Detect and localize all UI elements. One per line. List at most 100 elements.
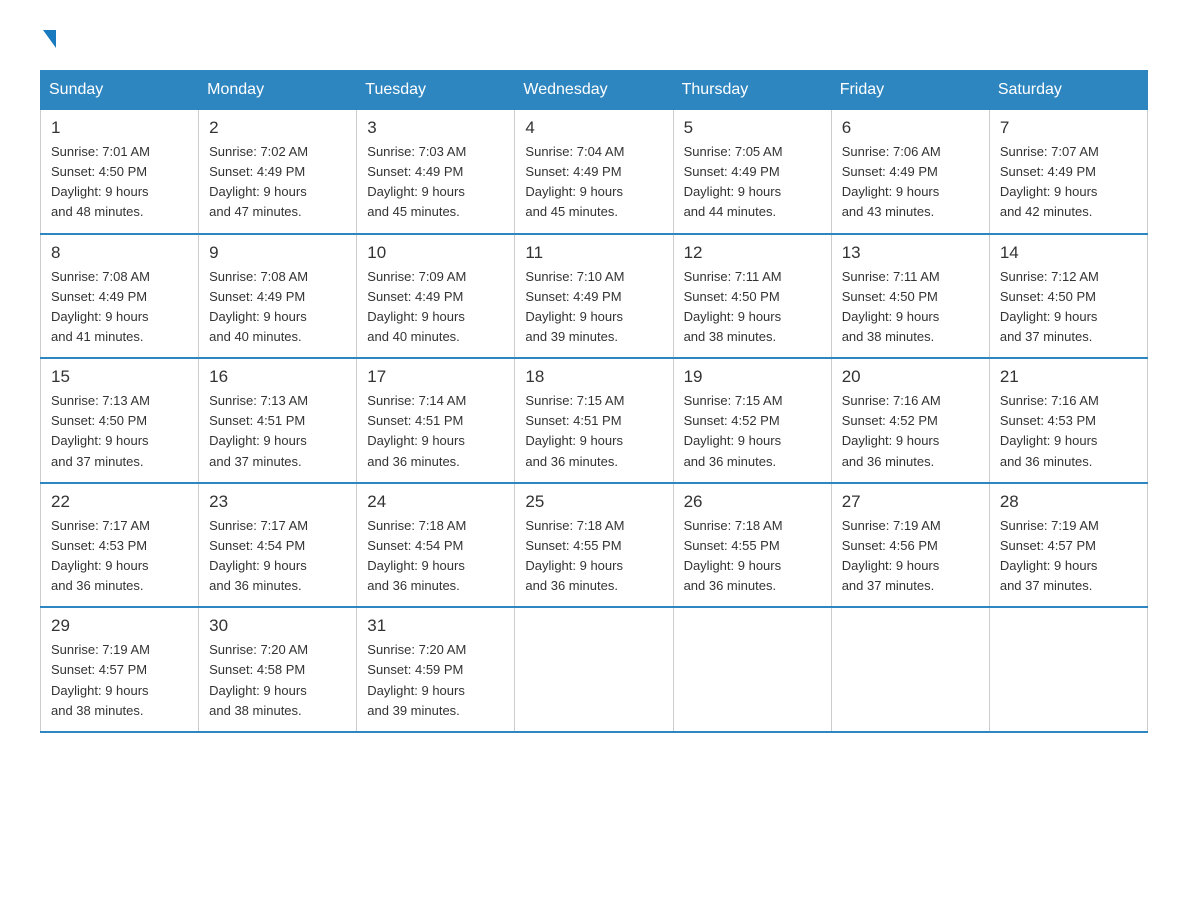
column-header-friday: Friday	[831, 71, 989, 110]
day-info: Sunrise: 7:02 AM Sunset: 4:49 PM Dayligh…	[209, 142, 346, 223]
day-info: Sunrise: 7:19 AM Sunset: 4:57 PM Dayligh…	[51, 640, 188, 721]
calendar-cell: 8 Sunrise: 7:08 AM Sunset: 4:49 PM Dayli…	[41, 234, 199, 359]
calendar-cell: 30 Sunrise: 7:20 AM Sunset: 4:58 PM Dayl…	[199, 607, 357, 732]
calendar-week-row: 22 Sunrise: 7:17 AM Sunset: 4:53 PM Dayl…	[41, 483, 1148, 608]
calendar-cell: 10 Sunrise: 7:09 AM Sunset: 4:49 PM Dayl…	[357, 234, 515, 359]
calendar-cell: 1 Sunrise: 7:01 AM Sunset: 4:50 PM Dayli…	[41, 110, 199, 234]
day-info: Sunrise: 7:13 AM Sunset: 4:51 PM Dayligh…	[209, 391, 346, 472]
column-header-thursday: Thursday	[673, 71, 831, 110]
calendar-cell	[515, 607, 673, 732]
calendar-cell: 4 Sunrise: 7:04 AM Sunset: 4:49 PM Dayli…	[515, 110, 673, 234]
day-info: Sunrise: 7:20 AM Sunset: 4:58 PM Dayligh…	[209, 640, 346, 721]
day-number: 22	[51, 492, 188, 512]
calendar-cell: 18 Sunrise: 7:15 AM Sunset: 4:51 PM Dayl…	[515, 358, 673, 483]
logo	[40, 30, 56, 50]
calendar-cell: 17 Sunrise: 7:14 AM Sunset: 4:51 PM Dayl…	[357, 358, 515, 483]
calendar-cell: 5 Sunrise: 7:05 AM Sunset: 4:49 PM Dayli…	[673, 110, 831, 234]
day-number: 31	[367, 616, 504, 636]
day-info: Sunrise: 7:01 AM Sunset: 4:50 PM Dayligh…	[51, 142, 188, 223]
calendar-cell: 12 Sunrise: 7:11 AM Sunset: 4:50 PM Dayl…	[673, 234, 831, 359]
day-info: Sunrise: 7:08 AM Sunset: 4:49 PM Dayligh…	[209, 267, 346, 348]
day-number: 16	[209, 367, 346, 387]
day-number: 30	[209, 616, 346, 636]
column-header-wednesday: Wednesday	[515, 71, 673, 110]
day-number: 8	[51, 243, 188, 263]
day-number: 20	[842, 367, 979, 387]
calendar-cell: 3 Sunrise: 7:03 AM Sunset: 4:49 PM Dayli…	[357, 110, 515, 234]
logo-triangle-icon	[43, 30, 56, 48]
calendar-header-row: SundayMondayTuesdayWednesdayThursdayFrid…	[41, 71, 1148, 110]
day-info: Sunrise: 7:19 AM Sunset: 4:56 PM Dayligh…	[842, 516, 979, 597]
calendar-week-row: 8 Sunrise: 7:08 AM Sunset: 4:49 PM Dayli…	[41, 234, 1148, 359]
column-header-monday: Monday	[199, 71, 357, 110]
day-number: 9	[209, 243, 346, 263]
calendar-cell: 20 Sunrise: 7:16 AM Sunset: 4:52 PM Dayl…	[831, 358, 989, 483]
calendar-cell: 22 Sunrise: 7:17 AM Sunset: 4:53 PM Dayl…	[41, 483, 199, 608]
day-number: 11	[525, 243, 662, 263]
day-info: Sunrise: 7:17 AM Sunset: 4:54 PM Dayligh…	[209, 516, 346, 597]
day-number: 6	[842, 118, 979, 138]
day-number: 4	[525, 118, 662, 138]
day-number: 29	[51, 616, 188, 636]
day-info: Sunrise: 7:16 AM Sunset: 4:52 PM Dayligh…	[842, 391, 979, 472]
calendar-cell: 21 Sunrise: 7:16 AM Sunset: 4:53 PM Dayl…	[989, 358, 1147, 483]
calendar-cell: 29 Sunrise: 7:19 AM Sunset: 4:57 PM Dayl…	[41, 607, 199, 732]
day-number: 18	[525, 367, 662, 387]
calendar-cell: 24 Sunrise: 7:18 AM Sunset: 4:54 PM Dayl…	[357, 483, 515, 608]
calendar-week-row: 1 Sunrise: 7:01 AM Sunset: 4:50 PM Dayli…	[41, 110, 1148, 234]
day-info: Sunrise: 7:18 AM Sunset: 4:55 PM Dayligh…	[684, 516, 821, 597]
calendar-cell: 7 Sunrise: 7:07 AM Sunset: 4:49 PM Dayli…	[989, 110, 1147, 234]
day-number: 10	[367, 243, 504, 263]
calendar-cell: 16 Sunrise: 7:13 AM Sunset: 4:51 PM Dayl…	[199, 358, 357, 483]
calendar-cell	[989, 607, 1147, 732]
day-info: Sunrise: 7:15 AM Sunset: 4:51 PM Dayligh…	[525, 391, 662, 472]
day-info: Sunrise: 7:04 AM Sunset: 4:49 PM Dayligh…	[525, 142, 662, 223]
day-number: 28	[1000, 492, 1137, 512]
calendar-cell: 15 Sunrise: 7:13 AM Sunset: 4:50 PM Dayl…	[41, 358, 199, 483]
page-header	[40, 30, 1148, 50]
day-info: Sunrise: 7:14 AM Sunset: 4:51 PM Dayligh…	[367, 391, 504, 472]
column-header-sunday: Sunday	[41, 71, 199, 110]
day-number: 14	[1000, 243, 1137, 263]
day-number: 21	[1000, 367, 1137, 387]
calendar-cell: 26 Sunrise: 7:18 AM Sunset: 4:55 PM Dayl…	[673, 483, 831, 608]
day-number: 5	[684, 118, 821, 138]
column-header-tuesday: Tuesday	[357, 71, 515, 110]
day-info: Sunrise: 7:18 AM Sunset: 4:55 PM Dayligh…	[525, 516, 662, 597]
calendar-cell	[673, 607, 831, 732]
day-number: 25	[525, 492, 662, 512]
day-number: 15	[51, 367, 188, 387]
day-info: Sunrise: 7:15 AM Sunset: 4:52 PM Dayligh…	[684, 391, 821, 472]
day-info: Sunrise: 7:10 AM Sunset: 4:49 PM Dayligh…	[525, 267, 662, 348]
calendar-cell	[831, 607, 989, 732]
day-number: 23	[209, 492, 346, 512]
calendar-cell: 2 Sunrise: 7:02 AM Sunset: 4:49 PM Dayli…	[199, 110, 357, 234]
day-number: 7	[1000, 118, 1137, 138]
day-number: 24	[367, 492, 504, 512]
calendar-cell: 25 Sunrise: 7:18 AM Sunset: 4:55 PM Dayl…	[515, 483, 673, 608]
calendar-cell: 9 Sunrise: 7:08 AM Sunset: 4:49 PM Dayli…	[199, 234, 357, 359]
day-number: 17	[367, 367, 504, 387]
day-info: Sunrise: 7:06 AM Sunset: 4:49 PM Dayligh…	[842, 142, 979, 223]
day-number: 1	[51, 118, 188, 138]
day-number: 2	[209, 118, 346, 138]
calendar-week-row: 15 Sunrise: 7:13 AM Sunset: 4:50 PM Dayl…	[41, 358, 1148, 483]
day-info: Sunrise: 7:05 AM Sunset: 4:49 PM Dayligh…	[684, 142, 821, 223]
day-info: Sunrise: 7:12 AM Sunset: 4:50 PM Dayligh…	[1000, 267, 1137, 348]
calendar-cell: 31 Sunrise: 7:20 AM Sunset: 4:59 PM Dayl…	[357, 607, 515, 732]
day-info: Sunrise: 7:09 AM Sunset: 4:49 PM Dayligh…	[367, 267, 504, 348]
day-info: Sunrise: 7:07 AM Sunset: 4:49 PM Dayligh…	[1000, 142, 1137, 223]
day-info: Sunrise: 7:03 AM Sunset: 4:49 PM Dayligh…	[367, 142, 504, 223]
day-number: 26	[684, 492, 821, 512]
day-info: Sunrise: 7:08 AM Sunset: 4:49 PM Dayligh…	[51, 267, 188, 348]
calendar-cell: 14 Sunrise: 7:12 AM Sunset: 4:50 PM Dayl…	[989, 234, 1147, 359]
day-info: Sunrise: 7:11 AM Sunset: 4:50 PM Dayligh…	[684, 267, 821, 348]
calendar-cell: 13 Sunrise: 7:11 AM Sunset: 4:50 PM Dayl…	[831, 234, 989, 359]
calendar-cell: 23 Sunrise: 7:17 AM Sunset: 4:54 PM Dayl…	[199, 483, 357, 608]
day-info: Sunrise: 7:19 AM Sunset: 4:57 PM Dayligh…	[1000, 516, 1137, 597]
day-number: 19	[684, 367, 821, 387]
day-info: Sunrise: 7:16 AM Sunset: 4:53 PM Dayligh…	[1000, 391, 1137, 472]
day-number: 27	[842, 492, 979, 512]
day-info: Sunrise: 7:11 AM Sunset: 4:50 PM Dayligh…	[842, 267, 979, 348]
day-info: Sunrise: 7:18 AM Sunset: 4:54 PM Dayligh…	[367, 516, 504, 597]
